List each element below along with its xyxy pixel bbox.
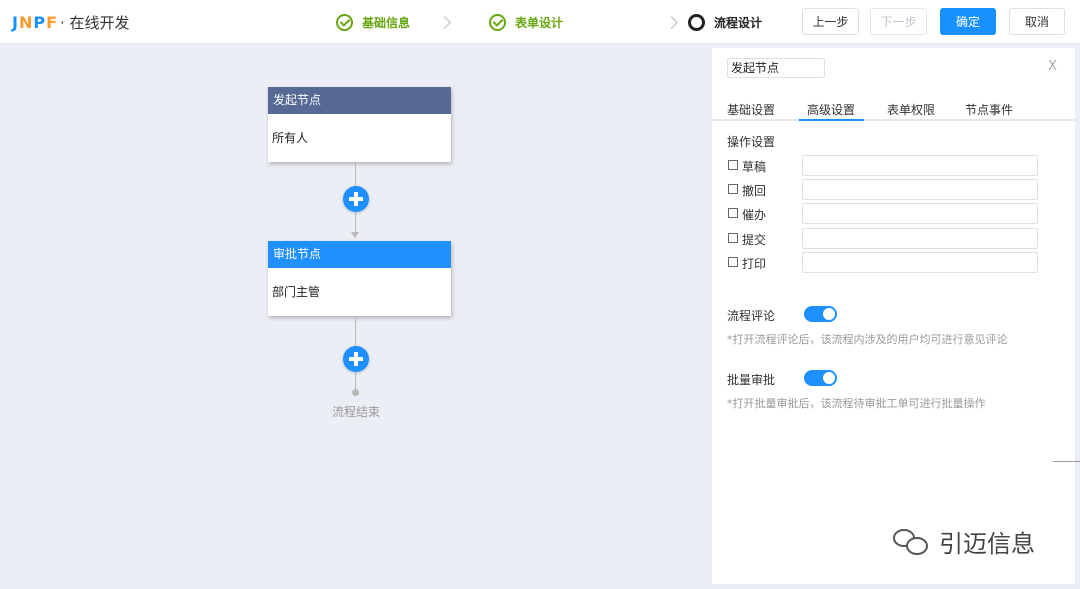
arrow-down-icon	[351, 232, 359, 238]
wechat-icon	[893, 527, 933, 557]
connector-line	[355, 162, 356, 186]
batch-approval-hint: *打开批量审批后，该流程待审批工单可进行批量操作	[727, 397, 986, 410]
operation-text-input[interactable]	[802, 203, 1038, 224]
step-label: 基础信息	[362, 15, 411, 30]
operation-row-print: 打印	[728, 252, 1038, 273]
batch-approval-label: 批量审批	[727, 373, 776, 387]
connector-line	[355, 212, 356, 234]
batch-approval-setting: 批量审批	[727, 370, 837, 388]
flow-comment-label: 流程评论	[727, 309, 776, 323]
checkbox[interactable]	[728, 160, 738, 170]
checkbox[interactable]	[728, 257, 738, 267]
operation-text-input[interactable]	[802, 179, 1038, 200]
chevron-right-icon	[438, 15, 451, 29]
step-label: 流程设计	[714, 15, 763, 30]
step-flow-design[interactable]: 流程设计	[688, 13, 763, 31]
operation-label: 打印	[742, 257, 767, 271]
start-node[interactable]: 发起节点 所有人	[268, 87, 451, 162]
prev-step-button[interactable]: 上一步	[802, 8, 859, 35]
connector-line	[355, 316, 356, 346]
flow-end-label: 流程结束	[331, 405, 380, 419]
watermark-text: 引迈信息	[939, 530, 1035, 558]
operation-text-input[interactable]	[802, 228, 1038, 249]
logo-mark: JNPF	[12, 12, 59, 32]
add-node-button[interactable]	[343, 186, 369, 212]
check-circle-icon	[336, 13, 353, 31]
operation-row-draft: 草稿	[728, 155, 1038, 176]
cancel-button[interactable]: 取消	[1009, 8, 1065, 35]
operation-row-withdraw: 撤回	[728, 179, 1038, 200]
operation-row-urge: 催办	[728, 203, 1038, 224]
flow-comment-toggle[interactable]	[804, 306, 837, 322]
end-dot	[352, 389, 359, 396]
circle-icon	[688, 13, 706, 31]
confirm-button[interactable]: 确定	[940, 8, 996, 35]
flow-comment-hint: *打开流程评论后，该流程内涉及的用户均可进行意见评论	[727, 333, 1008, 346]
operation-label: 草稿	[742, 160, 767, 174]
operation-label: 催办	[742, 208, 767, 222]
wizard-steps: 基础信息 表单设计 流程设计	[336, 0, 762, 44]
operation-text-input[interactable]	[802, 252, 1038, 273]
checkbox[interactable]	[728, 184, 738, 194]
operation-text-input[interactable]	[802, 155, 1038, 176]
active-tab-indicator	[799, 119, 864, 121]
top-bar: JNPF · 在线开发 基础信息 表单设计 流程设计 上一步 下一步 确定 取消	[0, 0, 1080, 44]
panel-tabs: 基础设置 高级设置 表单权限 节点事件	[712, 98, 1075, 121]
node-body: 部门主管	[272, 285, 321, 299]
logo-text: · 在线开发	[60, 13, 130, 32]
scroll-indicator	[1053, 461, 1080, 462]
node-name-input[interactable]: 发起节点	[727, 58, 825, 78]
flow-comment-setting: 流程评论	[727, 306, 837, 324]
tab-basic-settings[interactable]: 基础设置	[727, 101, 775, 118]
add-node-button[interactable]	[343, 346, 369, 372]
tab-form-permissions[interactable]: 表单权限	[887, 101, 935, 118]
operation-row-submit: 提交	[728, 228, 1038, 249]
step-label: 表单设计	[515, 15, 564, 30]
approval-node[interactable]: 审批节点 部门主管	[268, 241, 451, 316]
node-properties-panel: 发起节点 X 基础设置 高级设置 表单权限 节点事件 操作设置 草稿 撤回 催办…	[712, 48, 1075, 584]
tab-advanced-settings[interactable]: 高级设置	[807, 101, 855, 118]
batch-approval-toggle[interactable]	[804, 370, 837, 386]
node-title: 审批节点	[268, 241, 451, 268]
next-step-button[interactable]: 下一步	[870, 8, 927, 35]
connector-line	[355, 372, 356, 390]
app-logo: JNPF · 在线开发	[12, 11, 130, 33]
check-circle-icon	[489, 13, 507, 31]
close-icon[interactable]: X	[1048, 59, 1057, 74]
node-title: 发起节点	[268, 87, 451, 114]
operation-settings-title: 操作设置	[727, 135, 776, 149]
checkbox[interactable]	[728, 208, 738, 218]
checkbox[interactable]	[728, 233, 738, 243]
operation-label: 撤回	[742, 184, 767, 198]
watermark: 引迈信息	[893, 524, 1035, 559]
step-basic-info[interactable]: 基础信息	[336, 13, 411, 31]
node-body: 所有人	[272, 131, 309, 145]
chevron-right-icon	[665, 15, 678, 29]
operation-label: 提交	[742, 233, 767, 247]
tab-node-events[interactable]: 节点事件	[965, 101, 1013, 118]
step-form-design[interactable]: 表单设计	[489, 13, 564, 31]
